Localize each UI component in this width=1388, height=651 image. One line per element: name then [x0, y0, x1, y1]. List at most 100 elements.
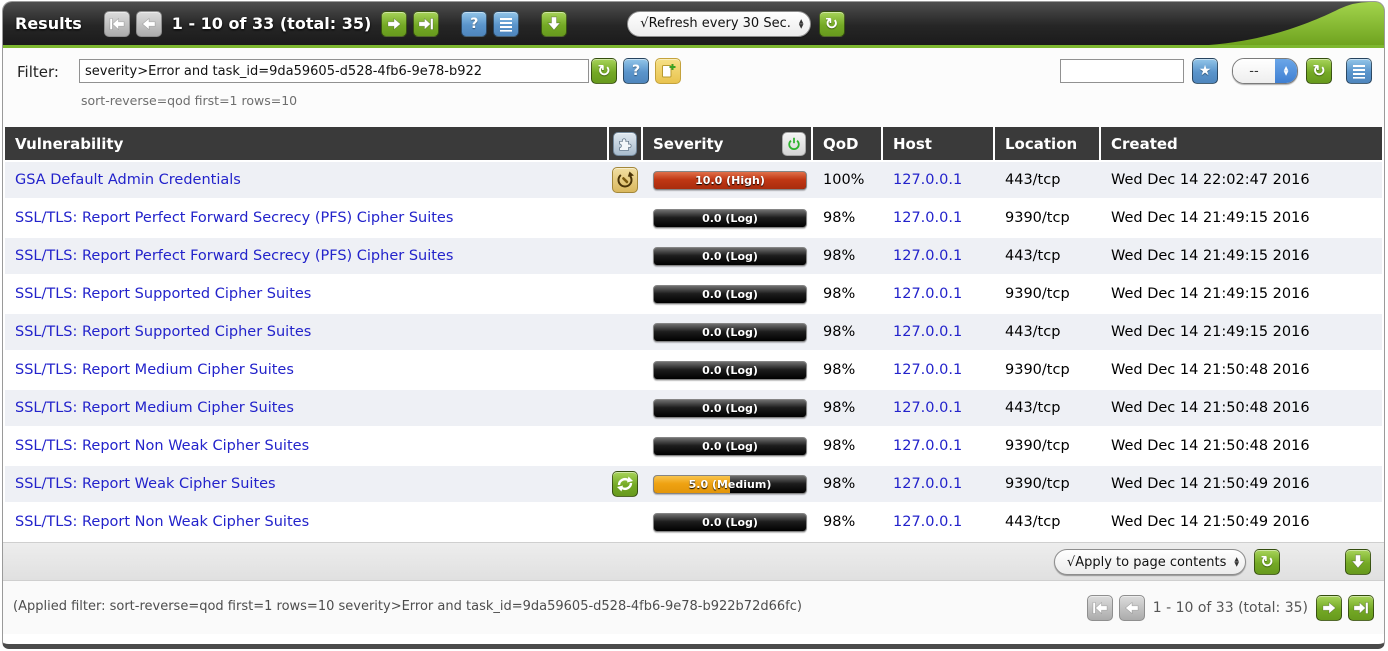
vulnerability-link[interactable]: GSA Default Admin Credentials	[15, 172, 241, 188]
vulnerability-link[interactable]: SSL/TLS: Report Non Weak Cipher Suites	[15, 438, 309, 454]
host-link[interactable]: 127.0.0.1	[893, 514, 962, 530]
table-rows: GSA Default Admin Credentials 10.0 (High…	[5, 162, 1382, 540]
severity-bar: 0.0 (Log)	[653, 513, 807, 532]
filters-list-icon[interactable]	[1346, 58, 1372, 84]
host-link[interactable]: 127.0.0.1	[893, 172, 962, 188]
apply-saved-filter-icon[interactable]: ↻	[1306, 58, 1332, 84]
severity-bar: 0.0 (Log)	[653, 361, 807, 380]
vulnerability-link[interactable]: SSL/TLS: Report Medium Cipher Suites	[15, 400, 294, 416]
column-header-created[interactable]: Created	[1101, 127, 1382, 160]
qod-value: 98%	[813, 238, 881, 274]
location-value: 9390/tcp	[995, 466, 1099, 502]
new-filter-icon[interactable]	[655, 58, 681, 84]
qod-value: 98%	[813, 200, 881, 236]
severity-bar: 0.0 (Log)	[653, 209, 807, 228]
severity-cell: 0.0 (Log)	[643, 314, 811, 350]
severity-label: 0.0 (Log)	[654, 248, 806, 265]
help-icon[interactable]: ?	[461, 11, 487, 37]
column-header-host[interactable]: Host	[883, 127, 993, 160]
refresh-interval-select[interactable]: √Refresh every 30 Sec. ▲▼	[627, 11, 810, 37]
location-value: 443/tcp	[995, 238, 1099, 274]
refresh-now-icon[interactable]: ↻	[819, 11, 845, 37]
list-view-icon[interactable]	[493, 11, 519, 37]
previous-page-button[interactable]	[136, 11, 162, 37]
column-header-vulnerability[interactable]: Vulnerability	[5, 127, 607, 160]
created-value: Wed Dec 14 22:02:47 2016	[1101, 162, 1382, 198]
vulnerability-link[interactable]: SSL/TLS: Report Perfect Forward Secrecy …	[15, 248, 453, 264]
results-table: Vulnerability Severity QoD Host	[3, 127, 1384, 540]
host-link[interactable]: 127.0.0.1	[893, 362, 962, 378]
last-page-button[interactable]	[1348, 595, 1374, 621]
location-value: 9390/tcp	[995, 428, 1099, 464]
column-header-severity[interactable]: Severity	[643, 127, 811, 160]
download-icon[interactable]	[541, 11, 567, 37]
filter-input[interactable]	[79, 59, 589, 83]
location-value: 9390/tcp	[995, 276, 1099, 312]
created-value: Wed Dec 14 21:49:15 2016	[1101, 238, 1382, 274]
saved-filter-value: --	[1233, 59, 1275, 83]
severity-cell: 0.0 (Log)	[643, 276, 811, 312]
vulnerability-link[interactable]: SSL/TLS: Report Weak Cipher Suites	[15, 476, 276, 492]
severity-bar: 0.0 (Log)	[653, 323, 807, 342]
table-row: GSA Default Admin Credentials 10.0 (High…	[5, 162, 1382, 198]
filter-name-input[interactable]	[1060, 59, 1184, 83]
qod-value: 98%	[813, 314, 881, 350]
column-header-location[interactable]: Location	[995, 127, 1099, 160]
solution-type-cell	[609, 314, 641, 350]
results-window: Results 1 - 10 of 33 (total: 35) ? √Refr…	[2, 1, 1385, 649]
filter-help-icon[interactable]: ?	[623, 58, 649, 84]
severity-cell: 5.0 (Medium)	[643, 466, 811, 502]
severity-label: 0.0 (Log)	[654, 400, 806, 417]
host-link[interactable]: 127.0.0.1	[893, 248, 962, 264]
host-link[interactable]: 127.0.0.1	[893, 476, 962, 492]
mitigate-icon[interactable]	[612, 471, 638, 497]
host-link[interactable]: 127.0.0.1	[893, 438, 962, 454]
vulnerability-link[interactable]: SSL/TLS: Report Supported Cipher Suites	[15, 324, 311, 340]
pagination-label: 1 - 10 of 33 (total: 35)	[172, 14, 372, 33]
dynamic-severity-power-icon[interactable]	[782, 132, 806, 156]
solution-type-cell	[609, 352, 641, 388]
update-filter-icon[interactable]: ↻	[591, 58, 617, 84]
previous-page-button[interactable]	[1119, 595, 1145, 621]
next-page-button[interactable]	[1316, 595, 1342, 621]
severity-label: 0.0 (Log)	[654, 438, 806, 455]
host-link[interactable]: 127.0.0.1	[893, 286, 962, 302]
created-value: Wed Dec 14 21:49:15 2016	[1101, 276, 1382, 312]
created-value: Wed Dec 14 21:50:48 2016	[1101, 428, 1382, 464]
qod-value: 100%	[813, 162, 881, 198]
workaround-icon[interactable]	[612, 167, 638, 193]
severity-header-label: Severity	[653, 135, 723, 153]
location-value: 443/tcp	[995, 390, 1099, 426]
applied-filter-text: (Applied filter: sort-reverse=qod first=…	[13, 599, 802, 614]
apply-refresh-icon[interactable]: ↻	[1254, 549, 1280, 575]
host-link[interactable]: 127.0.0.1	[893, 324, 962, 340]
table-row: SSL/TLS: Report Perfect Forward Secrecy …	[5, 200, 1382, 236]
table-header-row: Vulnerability Severity QoD Host	[5, 127, 1382, 160]
vulnerability-link[interactable]: SSL/TLS: Report Supported Cipher Suites	[15, 286, 311, 302]
created-value: Wed Dec 14 21:49:15 2016	[1101, 200, 1382, 236]
page-title: Results	[15, 14, 82, 33]
bulk-download-icon[interactable]	[1345, 549, 1371, 575]
solution-type-column-header[interactable]	[609, 127, 641, 160]
save-filter-star-icon[interactable]: ★	[1192, 58, 1218, 84]
table-row: SSL/TLS: Report Medium Cipher Suites 0.0…	[5, 352, 1382, 388]
host-link[interactable]: 127.0.0.1	[893, 400, 962, 416]
bottom-pagination: 1 - 10 of 33 (total: 35)	[1087, 595, 1374, 621]
solution-type-cell	[609, 466, 641, 502]
saved-filters-select[interactable]: -- ▲▼	[1232, 58, 1298, 84]
first-page-button[interactable]	[104, 11, 130, 37]
created-value: Wed Dec 14 21:49:15 2016	[1101, 314, 1382, 350]
host-link[interactable]: 127.0.0.1	[893, 210, 962, 226]
vulnerability-link[interactable]: SSL/TLS: Report Medium Cipher Suites	[15, 362, 294, 378]
apply-to-select[interactable]: √Apply to page contents ▲▼	[1054, 549, 1246, 575]
next-page-button[interactable]	[381, 11, 407, 37]
last-page-button[interactable]	[413, 11, 439, 37]
qod-value: 98%	[813, 504, 881, 540]
column-header-qod[interactable]: QoD	[813, 127, 881, 160]
vulnerability-link[interactable]: SSL/TLS: Report Non Weak Cipher Suites	[15, 514, 309, 530]
severity-cell: 0.0 (Log)	[643, 238, 811, 274]
vulnerability-link[interactable]: SSL/TLS: Report Perfect Forward Secrecy …	[15, 210, 453, 226]
created-value: Wed Dec 14 21:50:48 2016	[1101, 352, 1382, 388]
severity-bar: 5.0 (Medium)	[653, 475, 807, 494]
first-page-button[interactable]	[1087, 595, 1113, 621]
